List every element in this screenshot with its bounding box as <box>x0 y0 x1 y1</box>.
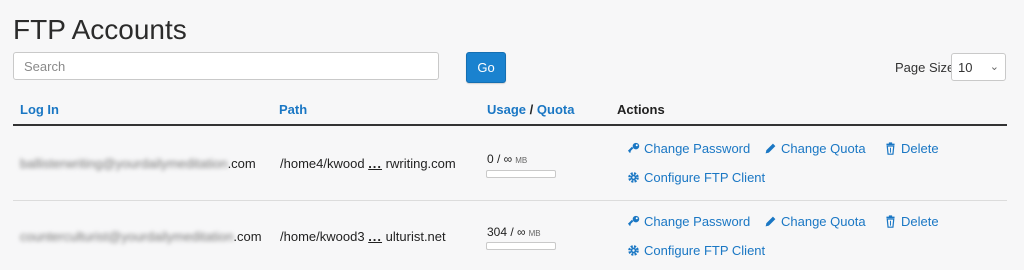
configure-ftp-client-link[interactable]: Configure FTP Client <box>627 170 765 185</box>
configure-ftp-client-link[interactable]: Configure FTP Client <box>627 243 765 258</box>
path-ellipsis[interactable]: ... <box>368 229 382 244</box>
search-input[interactable] <box>13 52 439 80</box>
key-icon <box>627 215 640 226</box>
usage-bar <box>486 242 556 250</box>
path-start: /home4/kwood <box>280 156 365 171</box>
header-divider <box>13 124 1007 126</box>
pencil-icon <box>765 216 776 227</box>
go-button[interactable]: Go <box>466 52 506 83</box>
usage-text: 304 / ∞ <box>487 225 526 239</box>
path-end: rwriting.com <box>385 156 456 171</box>
configure-ftp-client-label: Configure FTP Client <box>644 243 766 258</box>
delete-label: Delete <box>901 214 939 229</box>
pencil-icon <box>765 143 776 154</box>
login-suffix: .com <box>227 156 256 171</box>
gear-icon <box>628 245 639 256</box>
login-blurred: counterculturist@yourdailymeditation <box>20 229 234 244</box>
trash-icon <box>886 215 895 228</box>
page-size-label: Page Size <box>895 60 955 75</box>
usage-text: 0 / ∞ <box>487 152 513 166</box>
change-password-label: Change Password <box>644 214 751 229</box>
column-login[interactable]: Log In <box>20 102 59 117</box>
page-size-value: 10 <box>958 59 973 75</box>
change-quota-link[interactable]: Change Quota <box>764 214 866 229</box>
trash-icon <box>886 142 895 155</box>
usage-bar <box>486 170 556 178</box>
table-row-path: /home/kwood3 ... ulturist.net <box>280 229 446 244</box>
path-ellipsis[interactable]: ... <box>368 156 382 171</box>
change-quota-link[interactable]: Change Quota <box>764 141 866 156</box>
usage-value: 304 / ∞ MB <box>487 225 541 239</box>
delete-link[interactable]: Delete <box>884 214 939 229</box>
usage-unit: MB <box>528 229 541 238</box>
change-quota-label: Change Quota <box>781 141 866 156</box>
column-usage[interactable]: Usage <box>487 102 526 117</box>
column-separator: / <box>529 102 534 117</box>
change-password-label: Change Password <box>644 141 751 156</box>
usage-value: 0 / ∞ MB <box>487 152 527 166</box>
path-start: /home/kwood3 <box>280 229 365 244</box>
row-divider <box>13 200 1007 201</box>
gear-icon <box>628 172 639 183</box>
column-path[interactable]: Path <box>279 102 307 117</box>
chevron-down-icon: ⌄ <box>989 61 999 73</box>
delete-label: Delete <box>901 141 939 156</box>
column-usage-quota: Usage / Quota <box>487 102 574 117</box>
login-suffix: .com <box>233 229 262 244</box>
page-size-select[interactable]: 10 ⌄ <box>951 53 1006 81</box>
table-row-login: ballisterwriting@yourdailymeditation.com <box>20 156 256 171</box>
key-icon <box>627 142 640 153</box>
change-password-link[interactable]: Change Password <box>627 214 750 229</box>
column-quota[interactable]: Quota <box>537 102 575 117</box>
column-actions: Actions <box>617 102 665 117</box>
change-password-link[interactable]: Change Password <box>627 141 750 156</box>
page-title: FTP Accounts <box>13 14 187 45</box>
delete-link[interactable]: Delete <box>884 141 939 156</box>
table-row-login: counterculturist@yourdailymeditation.com <box>20 229 262 244</box>
table-row-path: /home4/kwood ... rwriting.com <box>280 156 456 171</box>
configure-ftp-client-label: Configure FTP Client <box>644 170 766 185</box>
path-end: ulturist.net <box>385 229 446 244</box>
change-quota-label: Change Quota <box>781 214 866 229</box>
usage-unit: MB <box>515 156 528 165</box>
login-blurred: ballisterwriting@yourdailymeditation <box>20 156 228 171</box>
